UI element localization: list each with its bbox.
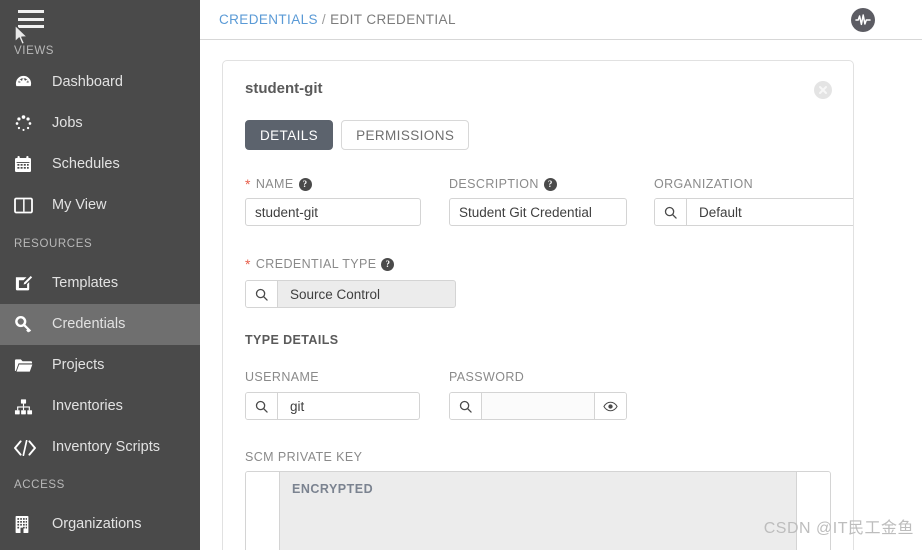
- help-icon[interactable]: ?: [299, 178, 312, 191]
- activity-pulse-icon[interactable]: [851, 8, 875, 32]
- organization-label-text: ORGANIZATION: [654, 177, 753, 191]
- template-pencil-icon: [14, 273, 44, 295]
- code-brackets-icon: [14, 437, 44, 459]
- key-icon: [14, 314, 44, 336]
- required-indicator: *: [245, 177, 251, 191]
- topbar: CREDENTIALS / EDIT CREDENTIAL: [200, 0, 922, 40]
- sidebar-item-my-view[interactable]: My View: [0, 185, 200, 226]
- password-label: PASSWORD: [449, 370, 524, 384]
- tab-details[interactable]: DETAILS: [245, 120, 333, 150]
- dashboard-icon: [14, 72, 44, 94]
- name-input[interactable]: student-git: [245, 198, 421, 226]
- help-icon[interactable]: ?: [544, 178, 557, 191]
- type-details-heading: TYPE DETAILS: [245, 333, 338, 347]
- sidebar-item-label: Schedules: [52, 157, 120, 172]
- username-label-text: USERNAME: [245, 370, 319, 384]
- required-indicator: *: [245, 257, 251, 271]
- sidebar-item-label: Inventories: [52, 399, 123, 414]
- description-input-value: Student Git Credential: [450, 199, 626, 225]
- close-circle-icon[interactable]: [814, 81, 832, 99]
- password-input[interactable]: [449, 392, 627, 420]
- credential-type-value: Source Control: [278, 281, 455, 307]
- sidebar-item-credentials[interactable]: Credentials: [0, 304, 200, 345]
- sitemap-icon: [14, 396, 44, 418]
- tab-permissions[interactable]: PERMISSIONS: [341, 120, 469, 150]
- password-input-value: [482, 393, 594, 419]
- sidebar-group-label-access: ACCESS: [14, 479, 65, 491]
- app-root: VIEWS Dashboard Jobs: [0, 0, 922, 550]
- sidebar-item-inventories[interactable]: Inventories: [0, 386, 200, 427]
- search-icon[interactable]: [450, 393, 482, 419]
- sidebar-item-label: Dashboard: [52, 75, 123, 90]
- search-icon[interactable]: [246, 393, 278, 419]
- sidebar-item-organizations[interactable]: Organizations: [0, 504, 200, 545]
- sidebar-item-label: Inventory Scripts: [52, 440, 160, 455]
- sidebar-item-label: My View: [52, 198, 107, 213]
- eye-icon[interactable]: [594, 393, 626, 419]
- username-label: USERNAME: [245, 370, 319, 384]
- sidebar-item-label: Templates: [52, 276, 118, 291]
- building-icon: [14, 514, 44, 536]
- card-tabs: DETAILS PERMISSIONS: [245, 120, 469, 150]
- description-label-text: DESCRIPTION: [449, 177, 539, 191]
- scm-private-key-label: SCM PRIVATE KEY: [245, 450, 362, 464]
- sidebar-item-templates[interactable]: Templates: [0, 263, 200, 304]
- scm-key-search-gutter[interactable]: [246, 472, 279, 550]
- folder-icon: [14, 355, 44, 377]
- sidebar-group-label-resources: RESOURCES: [14, 238, 92, 250]
- credential-type-label-text: CREDENTIAL TYPE: [256, 257, 377, 271]
- description-label: DESCRIPTION ?: [449, 177, 557, 191]
- search-icon[interactable]: [246, 281, 278, 307]
- sidebar-item-dashboard[interactable]: Dashboard: [0, 62, 200, 103]
- edit-credential-card: student-git DETAILS PERMISSIONS * NAME ?…: [222, 60, 854, 550]
- password-label-text: PASSWORD: [449, 370, 524, 384]
- help-icon[interactable]: ?: [381, 258, 394, 271]
- scm-private-key-label-text: SCM PRIVATE KEY: [245, 450, 362, 464]
- breadcrumb-separator: /: [322, 12, 326, 27]
- name-input-value: student-git: [246, 199, 420, 225]
- sidebar-item-schedules[interactable]: Schedules: [0, 144, 200, 185]
- jobs-spinner-icon: [14, 113, 44, 135]
- sidebar-group-label-views: VIEWS: [14, 45, 54, 57]
- scm-key-revert-gutter[interactable]: [797, 472, 830, 550]
- organization-lookup[interactable]: Default: [654, 198, 854, 226]
- name-label: * NAME ?: [245, 177, 312, 191]
- sidebar-item-label: Jobs: [52, 116, 83, 131]
- search-icon[interactable]: [655, 199, 687, 225]
- organization-label: ORGANIZATION: [654, 177, 753, 191]
- hamburger-icon[interactable]: [18, 8, 44, 30]
- credential-type-lookup[interactable]: Source Control: [245, 280, 456, 308]
- sidebar-item-jobs[interactable]: Jobs: [0, 103, 200, 144]
- breadcrumb: CREDENTIALS / EDIT CREDENTIAL: [219, 12, 456, 27]
- description-input[interactable]: Student Git Credential: [449, 198, 627, 226]
- columns-icon: [14, 195, 44, 217]
- name-label-text: NAME: [256, 177, 294, 191]
- username-input-value: git: [278, 393, 419, 419]
- sidebar-item-inventory-scripts[interactable]: Inventory Scripts: [0, 427, 200, 468]
- scm-private-key-textarea[interactable]: ENCRYPTED: [245, 471, 831, 550]
- breadcrumb-current: EDIT CREDENTIAL: [330, 12, 456, 27]
- sidebar-item-projects[interactable]: Projects: [0, 345, 200, 386]
- calendar-icon: [14, 154, 44, 176]
- sidebar-item-label: Organizations: [52, 517, 141, 532]
- main-content: CREDENTIALS / EDIT CREDENTIAL student-git …: [200, 0, 922, 550]
- sidebar-item-label: Credentials: [52, 317, 125, 332]
- scm-private-key-value: ENCRYPTED: [279, 472, 797, 550]
- page-title: student-git: [245, 80, 322, 97]
- sidebar-item-label: Projects: [52, 358, 104, 373]
- breadcrumb-link-credentials[interactable]: CREDENTIALS: [219, 12, 318, 27]
- organization-input-value: Default: [687, 199, 854, 225]
- credential-type-label: * CREDENTIAL TYPE ?: [245, 257, 394, 271]
- sidebar: VIEWS Dashboard Jobs: [0, 0, 200, 550]
- username-input[interactable]: git: [245, 392, 420, 420]
